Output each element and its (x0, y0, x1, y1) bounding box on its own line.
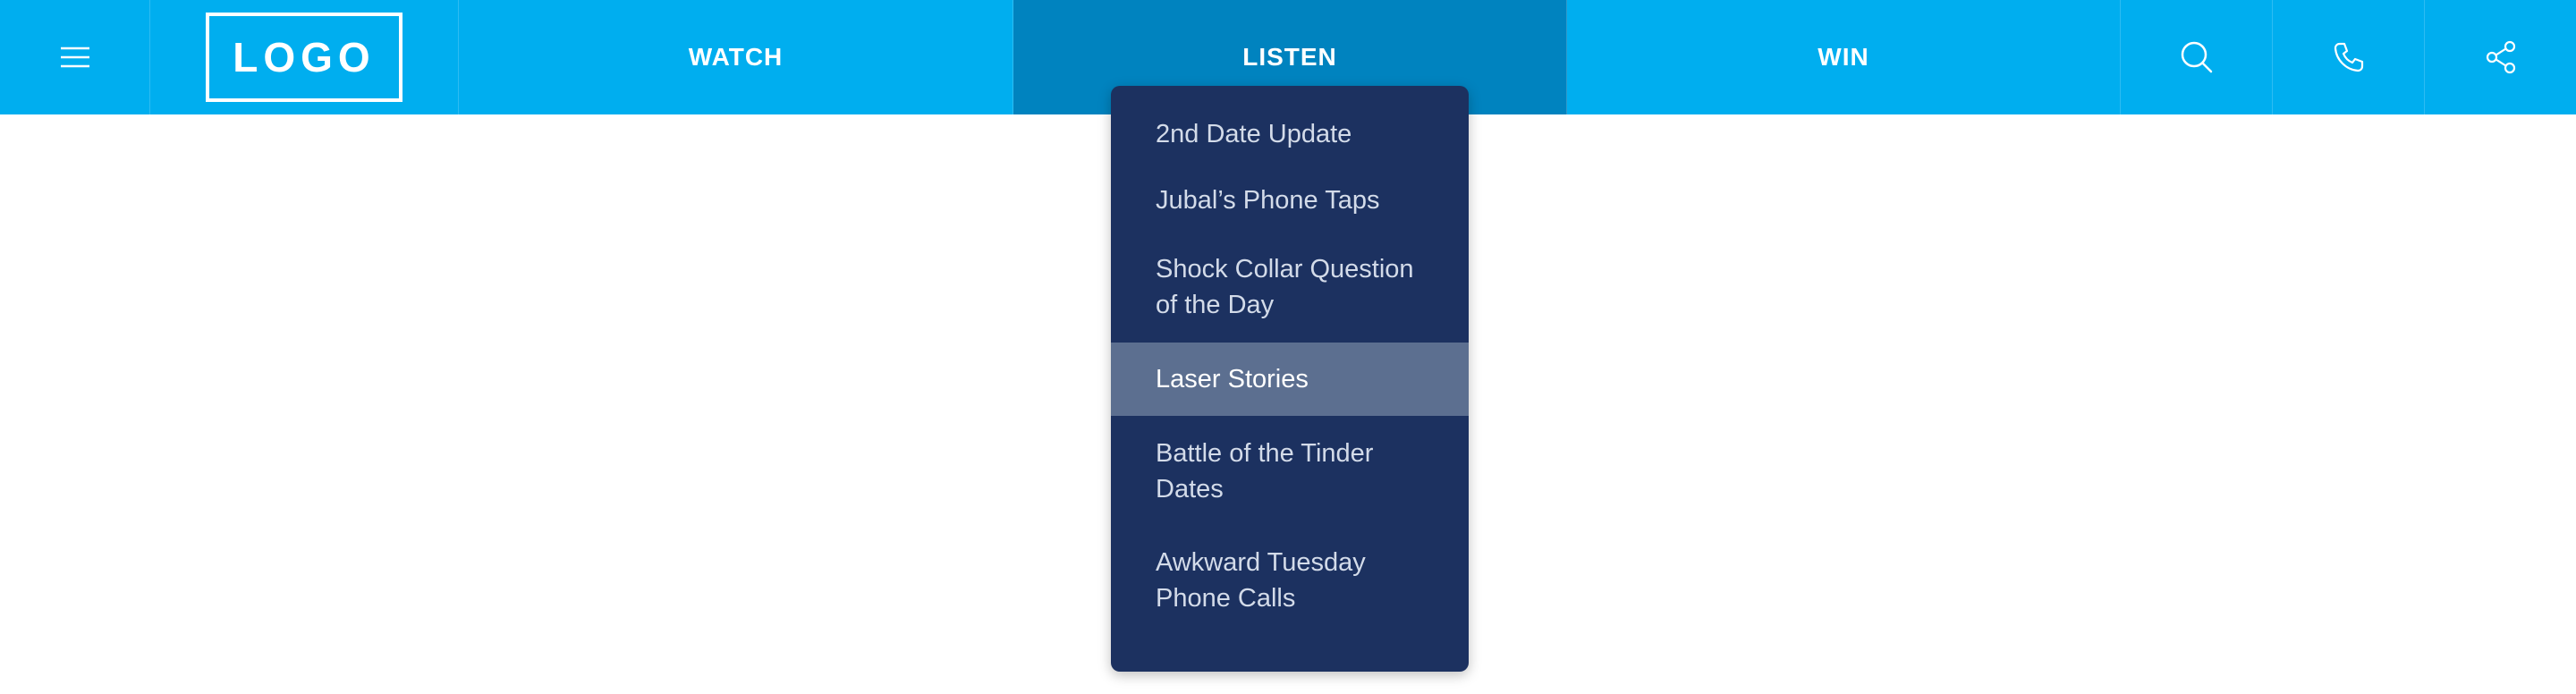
dropdown-item-awkward-tuesday-calls[interactable]: Awkward Tuesday Phone Calls (1111, 545, 1469, 616)
listen-dropdown-menu: 2nd Date Update Jubal’s Phone Taps Shock… (1111, 86, 1469, 672)
dropdown-item-shock-collar-question[interactable]: Shock Collar Question of the Day (1111, 251, 1469, 323)
hamburger-menu-icon (60, 47, 89, 68)
nav-watch-label: WATCH (688, 43, 784, 71)
share-icon (2486, 40, 2515, 74)
share-button[interactable] (2425, 0, 2576, 114)
nav-watch[interactable]: WATCH (459, 0, 1013, 114)
phone-icon (2334, 42, 2363, 72)
logo: LOGO (206, 13, 402, 102)
search-icon (2181, 41, 2212, 73)
menu-button[interactable] (0, 0, 150, 114)
nav-win[interactable]: WIN (1567, 0, 2121, 114)
logo-link[interactable]: LOGO (150, 0, 459, 114)
nav-win-label: WIN (1818, 43, 1869, 71)
dropdown-item-battle-of-tinder-dates[interactable]: Battle of the Tinder Dates (1111, 436, 1469, 507)
phone-button[interactable] (2273, 0, 2425, 114)
search-button[interactable] (2121, 0, 2273, 114)
dropdown-item-2nd-date-update[interactable]: 2nd Date Update (1111, 116, 1469, 152)
dropdown-item-laser-stories[interactable]: Laser Stories (1111, 343, 1469, 416)
nav-listen-label: LISTEN (1242, 43, 1337, 71)
dropdown-item-jubals-phone-taps[interactable]: Jubal’s Phone Taps (1111, 182, 1469, 218)
